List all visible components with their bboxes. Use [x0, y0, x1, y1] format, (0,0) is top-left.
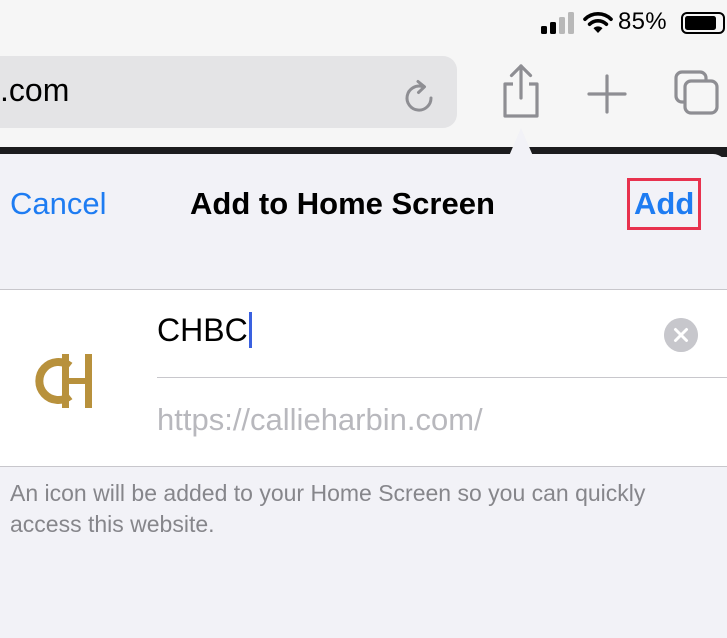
- cancel-button[interactable]: Cancel: [10, 186, 107, 222]
- bookmark-name-value: CHBC: [157, 312, 248, 348]
- name-row: CHBC: [157, 290, 727, 378]
- tabs-icon[interactable]: [672, 68, 727, 116]
- status-bar: 85%: [0, 0, 727, 44]
- share-icon[interactable]: [496, 62, 546, 120]
- popover-arrow: [481, 128, 561, 156]
- sheet-description: An icon will be added to your Home Scree…: [10, 480, 646, 537]
- clear-text-button[interactable]: [664, 318, 698, 352]
- wifi-icon: [583, 12, 613, 33]
- sheet-title: Add to Home Screen: [190, 186, 495, 221]
- address-text: .com: [0, 72, 70, 108]
- bookmark-url: https://callieharbin.com/: [157, 402, 483, 437]
- screen: 85% .com Cancel Add to Home Screen Add C…: [0, 0, 727, 638]
- plus-icon[interactable]: [585, 72, 629, 116]
- browser-toolbar: .com: [0, 44, 727, 150]
- address-bar[interactable]: .com: [0, 56, 457, 128]
- add-button[interactable]: Add: [627, 178, 701, 230]
- battery-icon: [681, 12, 725, 34]
- text-caret: [248, 312, 252, 348]
- add-to-home-screen-sheet: Cancel Add to Home Screen Add CHBC https…: [0, 154, 727, 638]
- reload-icon[interactable]: [400, 76, 440, 116]
- sheet-navigation-bar: Cancel Add to Home Screen Add: [0, 154, 727, 256]
- bookmark-card: CHBC https://callieharbin.com/: [0, 289, 727, 467]
- site-logo-icon: [35, 354, 92, 408]
- bookmark-name-input[interactable]: CHBC: [157, 312, 252, 349]
- battery-percentage: 85%: [618, 8, 667, 35]
- cellular-signal-icon: [541, 12, 574, 34]
